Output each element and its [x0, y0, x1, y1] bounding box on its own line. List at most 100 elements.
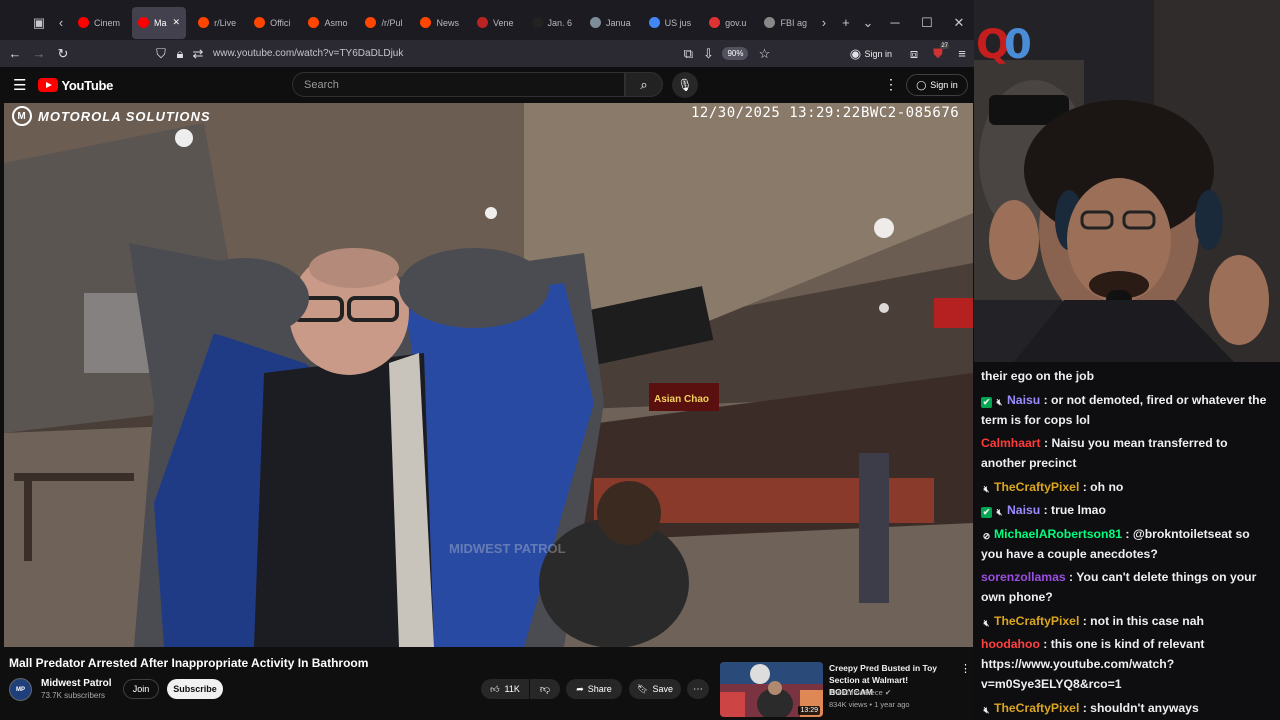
youtube-logo[interactable]: YouTube: [38, 78, 113, 93]
account-icon[interactable]: ◉: [846, 42, 864, 66]
tab-strip: Cinem Ma ✕ r/Live Offici Asmo/r/Pul News Vene Ja…: [72, 6, 813, 39]
chat-username[interactable]: TheCraftyPixel: [994, 614, 1079, 628]
browser-tab[interactable]: gov.u: [703, 7, 752, 39]
chat-username[interactable]: MichaelARobertson81: [994, 527, 1122, 541]
tab-favicon-icon: [764, 17, 776, 28]
tab-overview-icon[interactable]: ▣: [28, 12, 50, 34]
browser-tab[interactable]: Jan. 6: [526, 7, 579, 39]
join-button[interactable]: Join: [123, 679, 159, 699]
browser-tab[interactable]: Janua: [584, 7, 637, 39]
chat-text: : shouldn't anyways: [1079, 700, 1199, 715]
forward-icon[interactable]: →: [27, 42, 51, 66]
chat-message: 🔇︎ TheCraftyPixel : oh no: [981, 477, 1274, 497]
chat-username[interactable]: sorenzollamas: [981, 570, 1066, 584]
like-button[interactable]: 👍︎ 11K: [481, 679, 529, 699]
browser-tab[interactable]: Ma ✕: [132, 6, 187, 39]
browser-tab[interactable]: US jus: [643, 7, 698, 39]
tab-scroll-right-icon[interactable]: ›: [813, 12, 835, 34]
save-button[interactable]: 🔖︎ Save: [629, 679, 681, 699]
recommended-thumbnail[interactable]: 13:29: [720, 662, 823, 717]
search-input[interactable]: Search: [292, 72, 625, 97]
like-count: 11K: [504, 684, 520, 694]
recommended-channel[interactable]: The CrimePiece ✔: [829, 688, 891, 697]
voice-search-button[interactable]: 🎙︎: [672, 72, 698, 98]
maximize-icon[interactable]: ☐: [911, 12, 943, 34]
download-icon[interactable]: ⇩: [698, 42, 718, 66]
browser-window: ▣ ‹ Cinem Ma ✕ r/Live Offici Asmo/r/Pul News Ve…: [0, 0, 974, 720]
reload-icon[interactable]: ↻: [51, 42, 75, 66]
search-icon: ⌕: [640, 76, 648, 92]
youtube-sign-in-button[interactable]: ◯ Sign in: [906, 74, 968, 96]
mute-badge-icon: 🔇︎: [996, 396, 1003, 407]
picture-in-picture-icon[interactable]: ⧉: [678, 42, 698, 66]
chat-username[interactable]: TheCraftyPixel: [994, 701, 1079, 715]
tab-label: FBI ag: [780, 17, 807, 28]
chat-username[interactable]: TheCraftyPixel: [994, 480, 1079, 494]
browser-sign-in[interactable]: Sign in: [864, 49, 892, 59]
back-icon[interactable]: ←: [3, 42, 27, 66]
subscriber-count: 73.7K subscribers: [41, 691, 106, 700]
tab-list-icon[interactable]: ⌄: [857, 12, 879, 34]
tab-label: /r/Pul: [381, 17, 403, 28]
chat-text: : true lmao: [1040, 503, 1106, 517]
share-button[interactable]: ➦ Share: [566, 679, 622, 699]
new-tab-icon[interactable]: +: [835, 12, 857, 34]
menu-icon[interactable]: ≡: [950, 42, 974, 66]
motorola-brand: M MOTOROLA SOLUTIONS: [12, 106, 211, 126]
browser-tab[interactable]: Cinem: [72, 7, 126, 39]
chat-message: sorenzollamas : You can't delete things …: [981, 567, 1274, 607]
chat-username[interactable]: Calmhaart: [981, 436, 1041, 450]
settings-kebab-icon[interactable]: ⋮: [884, 76, 898, 93]
video-player[interactable]: Asian Chao MIDWEST PATROL M MOTOROLA SOL…: [4, 103, 973, 647]
chat-username[interactable]: Naisu: [1007, 503, 1040, 517]
bookmark-star-icon[interactable]: ☆: [752, 42, 776, 66]
tab-scroll-left-icon[interactable]: ‹: [50, 12, 72, 34]
browser-tab[interactable]: r/Live: [192, 7, 242, 39]
browser-tab[interactable]: Offici: [248, 7, 296, 39]
chat-text: their ego on the job: [981, 369, 1095, 383]
search-button[interactable]: ⌕: [625, 72, 663, 97]
tab-favicon-icon: [198, 17, 210, 28]
browser-tab[interactable]: FBI ag: [758, 7, 813, 39]
channel-name[interactable]: Midwest Patrol: [41, 678, 112, 689]
chat-username[interactable]: Naisu: [1007, 393, 1040, 407]
tab-label: Vene: [492, 17, 514, 28]
chat-message: 🔇︎ TheCraftyPixel : shouldn't anyways: [981, 698, 1274, 718]
extensions-icon[interactable]: ⧈: [902, 42, 926, 66]
close-window-icon[interactable]: ✕: [943, 12, 975, 34]
subscribe-button[interactable]: Subscribe: [167, 679, 223, 699]
thumbs-down-icon: 👎︎: [539, 684, 551, 695]
chat-username[interactable]: hoodahoo: [981, 637, 1040, 651]
chat-message: ✔ 🔇︎ Naisu : true lmao: [981, 500, 1274, 520]
tab-label: gov.u: [725, 17, 747, 28]
channel-avatar[interactable]: MP: [9, 678, 32, 701]
tab-favicon-icon: [138, 17, 150, 28]
minimize-icon[interactable]: ─: [879, 12, 911, 34]
close-tab-icon[interactable]: ✕: [173, 17, 181, 28]
user-circle-icon: ◯: [916, 79, 927, 90]
tab-label: Ma: [154, 17, 167, 28]
store-sign: Asian Chao: [654, 394, 709, 405]
shield-icon[interactable]: ⛉: [151, 42, 171, 66]
youtube-header: ☰ YouTube Search ⌕ 🎙︎ ⋮ ◯ Sign in: [0, 67, 974, 103]
browser-tab[interactable]: /r/Pul: [359, 7, 408, 39]
browser-tab[interactable]: Vene: [471, 7, 520, 39]
permissions-icon[interactable]: ⇄: [189, 42, 207, 66]
more-actions-button[interactable]: ⋯: [687, 679, 709, 699]
url-bar[interactable]: www.youtube.com/watch?v=TY6DaDLDjuk: [213, 48, 678, 59]
recommended-menu-icon[interactable]: ⋮: [960, 662, 971, 675]
channel-watermark: MIDWEST PATROL: [449, 541, 566, 556]
tab-favicon-icon: [476, 17, 488, 28]
tab-favicon-icon: [648, 17, 660, 28]
hamburger-menu-icon[interactable]: ☰: [13, 76, 26, 94]
ublock-icon[interactable]: ⛊ 27: [926, 42, 950, 66]
lock-icon[interactable]: 🔒︎: [171, 42, 189, 66]
chat-message: Calmhaart : Naisu you mean transferred t…: [981, 433, 1274, 473]
browser-tab[interactable]: Asmo: [302, 7, 353, 39]
verified-badge-icon: ✔: [981, 396, 992, 408]
chat-message: 🔇︎ TheCraftyPixel : not in this case nah: [981, 611, 1274, 631]
browser-tab[interactable]: News: [414, 7, 465, 39]
dislike-button[interactable]: 👎︎: [530, 679, 560, 699]
tab-favicon-icon: [365, 17, 377, 28]
zoom-level[interactable]: 90%: [722, 47, 749, 60]
